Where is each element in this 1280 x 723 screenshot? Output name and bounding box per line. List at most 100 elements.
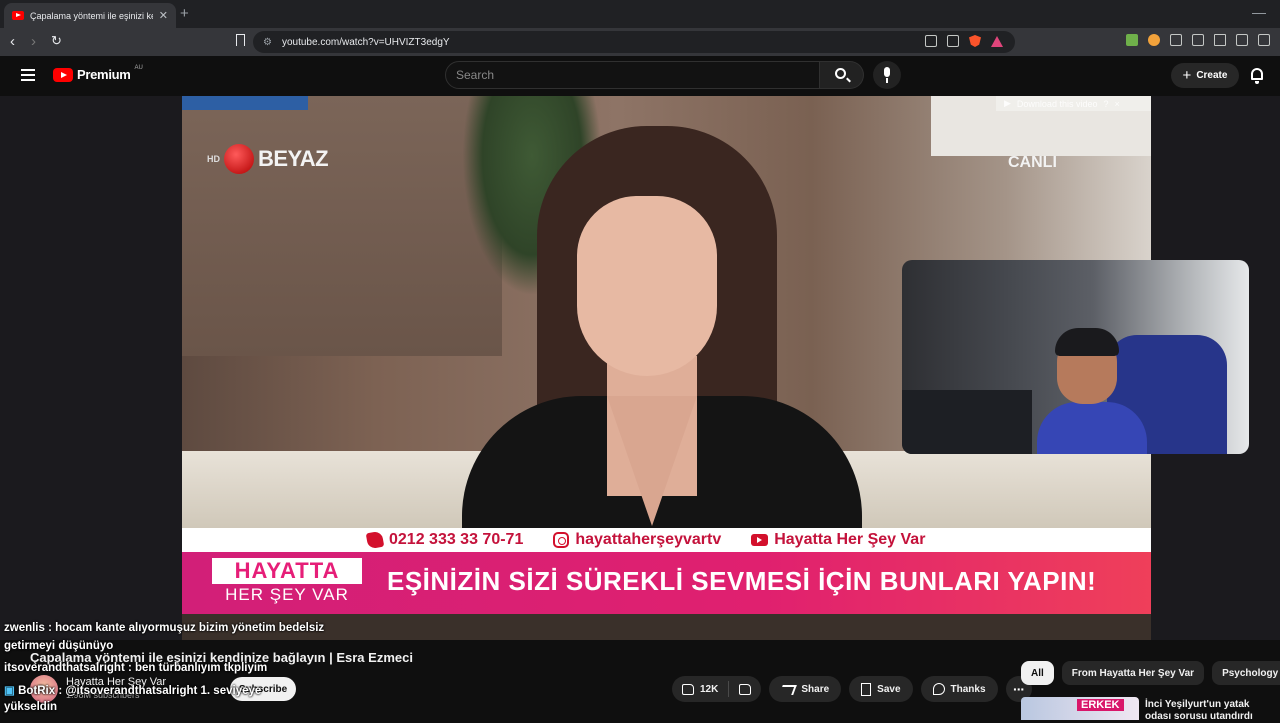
- like-button[interactable]: 12K: [672, 676, 728, 702]
- chat-text: : ben türbanlıyım tkpliyim: [124, 662, 268, 674]
- instagram-icon: [553, 532, 570, 548]
- browser-tab-strip: Çapalama yöntemi ile eşinizi ker ✕ + —: [0, 0, 1280, 28]
- show-logo-top: HAYATTA: [212, 558, 362, 584]
- search-button[interactable]: [820, 61, 864, 89]
- cast-icon[interactable]: [925, 35, 937, 47]
- media-controls-icon[interactable]: [1214, 34, 1226, 46]
- recommendation-title[interactable]: İnci Yeşilyurt'un yatak odası sorusu uta…: [1145, 699, 1273, 723]
- show-logo-bottom: HER ŞEY VAR: [225, 585, 349, 604]
- lower-third-info-bar: 0212 333 33 70-71 hayattaherşeyvartv Hay…: [182, 528, 1151, 552]
- extension-box-icon[interactable]: [1192, 34, 1204, 46]
- info-youtube-text: Hayatta Her Şey Var: [774, 531, 926, 548]
- share-label: Share: [801, 683, 830, 695]
- chat-message: yükseldin: [4, 701, 57, 713]
- chat-message: ▣ BotRix : @itsoverandthatsalright 1. se…: [4, 683, 261, 697]
- search-placeholder: Search: [456, 68, 495, 82]
- region-code: AU: [134, 64, 143, 71]
- menu-hamburger-icon[interactable]: [21, 69, 35, 81]
- youtube-premium-logo[interactable]: Premium AU: [53, 64, 143, 82]
- banner-headline: EŞİNİZİN SİZİ SÜREKLİ SEVMESİ İÇİN BUNLA…: [387, 566, 1097, 596]
- save-label: Save: [877, 683, 901, 695]
- info-instagram: hayattaherşeyvartv: [553, 531, 721, 549]
- chat-message: getirmeyi düşünüyo: [4, 640, 113, 652]
- info-phone-text: 0212 333 33 70-71: [389, 531, 524, 548]
- studio-floor: [182, 614, 1151, 640]
- like-dislike-group: 12K: [672, 676, 762, 702]
- chat-message: itsoverandthatsalright : ben türbanlıyım…: [4, 662, 267, 674]
- forward-arrow-icon[interactable]: ›: [31, 33, 36, 50]
- download-overlay[interactable]: ▶ Download this video ? ×: [996, 96, 1151, 111]
- search-icon: [835, 68, 846, 79]
- bot-badge-icon: ▣: [4, 685, 19, 697]
- logo-wordmark: Premium: [77, 67, 131, 82]
- channel-logo-text: BEYAZ: [258, 146, 329, 171]
- recommendation-thumbnail[interactable]: ERKEK: [1021, 697, 1139, 720]
- sidebar-icon[interactable]: [1236, 34, 1248, 46]
- video-stage: HD BEYAZ CANLI ▶ Download this video ? ×…: [0, 96, 1280, 640]
- brave-shields-icon[interactable]: [969, 35, 981, 47]
- minimize-window-button[interactable]: —: [1252, 4, 1266, 20]
- download-overlay-close[interactable]: ×: [1115, 99, 1120, 109]
- share-button[interactable]: Share: [769, 676, 842, 702]
- chip-psychology[interactable]: Psychology: [1212, 661, 1280, 685]
- chat-text: yükseldin: [4, 701, 58, 713]
- notifications-bell-icon[interactable]: [1251, 68, 1263, 84]
- close-tab-icon[interactable]: ✕: [159, 9, 168, 22]
- chat-text: : @itsoverandthatsalright 1. seviyeye: [55, 685, 262, 697]
- chat-username: zwenlis: [4, 622, 45, 634]
- recommendation-chips: All From Hayatta Her Şey Var Psychology: [1021, 661, 1280, 685]
- chip-all[interactable]: All: [1021, 661, 1054, 685]
- new-tab-button[interactable]: +: [180, 5, 189, 22]
- hd-label: HD: [207, 154, 220, 164]
- bookmark-icon[interactable]: [236, 34, 245, 46]
- share-page-icon[interactable]: [947, 35, 959, 47]
- back-arrow-icon[interactable]: ‹: [10, 33, 15, 50]
- dislike-button[interactable]: [729, 676, 761, 702]
- chat-text: : hocam kante alıyormuşuz bizim yönetim …: [44, 622, 325, 634]
- extension-orange-icon[interactable]: [1148, 34, 1160, 46]
- address-bar[interactable]: ⚙ youtube.com/watch?v=UHVIZT3edgY: [253, 31, 1015, 53]
- streamer-figure: [1037, 328, 1147, 454]
- voice-search-mic-icon[interactable]: [873, 61, 901, 89]
- download-overlay-help[interactable]: ?: [1103, 99, 1108, 109]
- browser-tab[interactable]: Çapalama yöntemi ile eşinizi ker ✕: [4, 3, 176, 28]
- brave-rewards-icon[interactable]: [991, 35, 1003, 47]
- info-instagram-text: hayattaherşeyvartv: [575, 531, 722, 548]
- info-phone: 0212 333 33 70-71: [365, 530, 524, 550]
- lower-third-banner: HAYATTA HER ŞEY VAR EŞİNİZİN SİZİ SÜREKL…: [182, 552, 1151, 614]
- thumbnail-tag: ERKEK: [1077, 699, 1124, 711]
- chat-username: itsoverandthatsalright: [4, 662, 125, 674]
- info-youtube: Hayatta Her Şey Var: [751, 531, 925, 549]
- chat-text: getirmeyi düşünüyo: [4, 640, 114, 652]
- video-actions: 12K Share Save Thanks ···: [672, 676, 1032, 702]
- extensions-puzzle-icon[interactable]: [1170, 34, 1182, 46]
- browser-toolbar: ‹ › ↻ ⚙ youtube.com/watch?v=UHVIZT3edgY: [0, 28, 1280, 56]
- thanks-label: Thanks: [950, 683, 986, 695]
- channel-watermark: HD BEYAZ: [207, 144, 329, 174]
- youtube-play-icon: [53, 67, 73, 82]
- reload-icon[interactable]: ↻: [51, 33, 62, 49]
- address-url: youtube.com/watch?v=UHVIZT3edgY: [281, 36, 450, 48]
- chat-username: BotRix: [18, 685, 56, 697]
- create-label: Create: [1196, 70, 1228, 81]
- extension-leaf-icon[interactable]: [1126, 34, 1138, 46]
- thumbs-down-icon: [739, 683, 752, 695]
- wallet-icon[interactable]: [1258, 34, 1270, 46]
- chip-from-channel[interactable]: From Hayatta Her Şey Var: [1061, 661, 1205, 685]
- bookmark-save-icon: [861, 682, 872, 696]
- save-button[interactable]: Save: [849, 676, 913, 702]
- beyaz-tv-logo-icon: [224, 144, 254, 174]
- search-input[interactable]: Search: [445, 61, 820, 89]
- thanks-heart-icon: [932, 683, 945, 695]
- plus-icon: +: [1182, 67, 1192, 84]
- chat-message: zwenlis : hocam kante alıyormuşuz bizim …: [4, 622, 324, 634]
- youtube-header: Premium AU Search + Create: [0, 56, 1280, 96]
- youtube-favicon-icon: [12, 11, 24, 20]
- like-count: 12K: [700, 683, 719, 695]
- show-logo-badge: HAYATTA HER ŞEY VAR: [212, 558, 362, 608]
- browser-tab-title: Çapalama yöntemi ile eşinizi ker: [30, 10, 153, 21]
- extensions-area: [1126, 34, 1270, 46]
- create-button[interactable]: + Create: [1171, 63, 1239, 88]
- thanks-button[interactable]: Thanks: [920, 676, 998, 702]
- site-settings-icon[interactable]: ⚙: [263, 37, 272, 48]
